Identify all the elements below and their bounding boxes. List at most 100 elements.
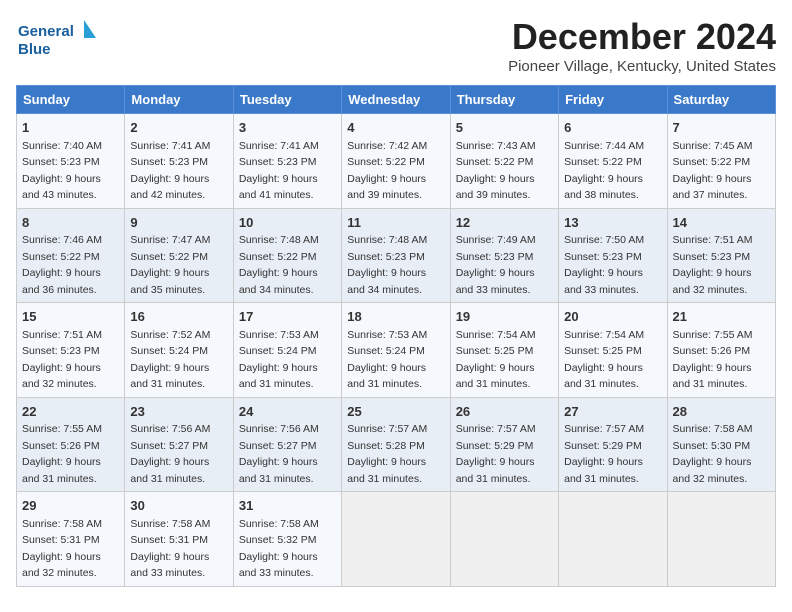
calendar-cell: 15Sunrise: 7:51 AM Sunset: 5:23 PM Dayli… (17, 303, 125, 398)
calendar-cell: 22Sunrise: 7:55 AM Sunset: 5:26 PM Dayli… (17, 397, 125, 492)
day-info: Sunrise: 7:52 AM Sunset: 5:24 PM Dayligh… (130, 329, 210, 391)
day-number: 6 (564, 118, 661, 138)
calendar-cell: 7Sunrise: 7:45 AM Sunset: 5:22 PM Daylig… (667, 114, 775, 209)
day-number: 18 (347, 307, 444, 327)
day-info: Sunrise: 7:48 AM Sunset: 5:22 PM Dayligh… (239, 234, 319, 296)
calendar-cell: 19Sunrise: 7:54 AM Sunset: 5:25 PM Dayli… (450, 303, 558, 398)
day-number: 29 (22, 496, 119, 516)
calendar-cell: 23Sunrise: 7:56 AM Sunset: 5:27 PM Dayli… (125, 397, 233, 492)
weekday-header: Friday (559, 86, 667, 114)
day-number: 8 (22, 213, 119, 233)
header: General Blue December 2024 Pioneer Villa… (16, 16, 776, 75)
calendar-cell: 17Sunrise: 7:53 AM Sunset: 5:24 PM Dayli… (233, 303, 341, 398)
weekday-header: Wednesday (342, 86, 450, 114)
calendar-cell: 13Sunrise: 7:50 AM Sunset: 5:23 PM Dayli… (559, 208, 667, 303)
day-number: 5 (456, 118, 553, 138)
day-number: 26 (456, 402, 553, 422)
day-number: 24 (239, 402, 336, 422)
day-number: 7 (673, 118, 770, 138)
title-block: December 2024 Pioneer Village, Kentucky,… (508, 16, 776, 75)
day-info: Sunrise: 7:51 AM Sunset: 5:23 PM Dayligh… (22, 329, 102, 391)
day-info: Sunrise: 7:54 AM Sunset: 5:25 PM Dayligh… (456, 329, 536, 391)
day-number: 27 (564, 402, 661, 422)
day-info: Sunrise: 7:54 AM Sunset: 5:25 PM Dayligh… (564, 329, 644, 391)
calendar-cell: 27Sunrise: 7:57 AM Sunset: 5:29 PM Dayli… (559, 397, 667, 492)
calendar-cell: 9Sunrise: 7:47 AM Sunset: 5:22 PM Daylig… (125, 208, 233, 303)
day-number: 10 (239, 213, 336, 233)
calendar-week-row: 1Sunrise: 7:40 AM Sunset: 5:23 PM Daylig… (17, 114, 776, 209)
calendar-cell (450, 492, 558, 587)
main-title: December 2024 (508, 16, 776, 58)
calendar-cell: 18Sunrise: 7:53 AM Sunset: 5:24 PM Dayli… (342, 303, 450, 398)
subtitle: Pioneer Village, Kentucky, United States (508, 58, 776, 75)
weekday-header: Tuesday (233, 86, 341, 114)
day-info: Sunrise: 7:40 AM Sunset: 5:23 PM Dayligh… (22, 140, 102, 202)
calendar-cell: 29Sunrise: 7:58 AM Sunset: 5:31 PM Dayli… (17, 492, 125, 587)
calendar-week-row: 22Sunrise: 7:55 AM Sunset: 5:26 PM Dayli… (17, 397, 776, 492)
calendar-cell: 4Sunrise: 7:42 AM Sunset: 5:22 PM Daylig… (342, 114, 450, 209)
day-number: 13 (564, 213, 661, 233)
calendar-cell: 2Sunrise: 7:41 AM Sunset: 5:23 PM Daylig… (125, 114, 233, 209)
day-number: 17 (239, 307, 336, 327)
calendar-cell: 8Sunrise: 7:46 AM Sunset: 5:22 PM Daylig… (17, 208, 125, 303)
calendar-cell: 31Sunrise: 7:58 AM Sunset: 5:32 PM Dayli… (233, 492, 341, 587)
svg-text:Blue: Blue (18, 41, 51, 58)
day-info: Sunrise: 7:45 AM Sunset: 5:22 PM Dayligh… (673, 140, 753, 202)
day-info: Sunrise: 7:50 AM Sunset: 5:23 PM Dayligh… (564, 234, 644, 296)
calendar-cell: 30Sunrise: 7:58 AM Sunset: 5:31 PM Dayli… (125, 492, 233, 587)
calendar-cell: 6Sunrise: 7:44 AM Sunset: 5:22 PM Daylig… (559, 114, 667, 209)
day-info: Sunrise: 7:58 AM Sunset: 5:30 PM Dayligh… (673, 423, 753, 485)
calendar-cell (667, 492, 775, 587)
day-number: 15 (22, 307, 119, 327)
day-info: Sunrise: 7:43 AM Sunset: 5:22 PM Dayligh… (456, 140, 536, 202)
calendar-cell: 1Sunrise: 7:40 AM Sunset: 5:23 PM Daylig… (17, 114, 125, 209)
calendar-cell (342, 492, 450, 587)
calendar-cell: 12Sunrise: 7:49 AM Sunset: 5:23 PM Dayli… (450, 208, 558, 303)
weekday-header: Saturday (667, 86, 775, 114)
calendar-cell: 10Sunrise: 7:48 AM Sunset: 5:22 PM Dayli… (233, 208, 341, 303)
calendar-cell: 3Sunrise: 7:41 AM Sunset: 5:23 PM Daylig… (233, 114, 341, 209)
day-info: Sunrise: 7:56 AM Sunset: 5:27 PM Dayligh… (130, 423, 210, 485)
day-number: 3 (239, 118, 336, 138)
day-number: 25 (347, 402, 444, 422)
day-info: Sunrise: 7:44 AM Sunset: 5:22 PM Dayligh… (564, 140, 644, 202)
day-number: 22 (22, 402, 119, 422)
day-info: Sunrise: 7:53 AM Sunset: 5:24 PM Dayligh… (239, 329, 319, 391)
day-number: 21 (673, 307, 770, 327)
day-info: Sunrise: 7:51 AM Sunset: 5:23 PM Dayligh… (673, 234, 753, 296)
day-number: 16 (130, 307, 227, 327)
day-number: 23 (130, 402, 227, 422)
logo-icon: General Blue (16, 16, 96, 60)
day-number: 12 (456, 213, 553, 233)
calendar-week-row: 29Sunrise: 7:58 AM Sunset: 5:31 PM Dayli… (17, 492, 776, 587)
day-info: Sunrise: 7:46 AM Sunset: 5:22 PM Dayligh… (22, 234, 102, 296)
day-number: 11 (347, 213, 444, 233)
weekday-header: Monday (125, 86, 233, 114)
day-number: 14 (673, 213, 770, 233)
calendar-cell: 24Sunrise: 7:56 AM Sunset: 5:27 PM Dayli… (233, 397, 341, 492)
day-info: Sunrise: 7:41 AM Sunset: 5:23 PM Dayligh… (130, 140, 210, 202)
calendar-week-row: 15Sunrise: 7:51 AM Sunset: 5:23 PM Dayli… (17, 303, 776, 398)
calendar-cell: 21Sunrise: 7:55 AM Sunset: 5:26 PM Dayli… (667, 303, 775, 398)
calendar-cell: 11Sunrise: 7:48 AM Sunset: 5:23 PM Dayli… (342, 208, 450, 303)
day-info: Sunrise: 7:57 AM Sunset: 5:29 PM Dayligh… (564, 423, 644, 485)
weekday-header-row: SundayMondayTuesdayWednesdayThursdayFrid… (17, 86, 776, 114)
day-number: 19 (456, 307, 553, 327)
day-info: Sunrise: 7:58 AM Sunset: 5:31 PM Dayligh… (22, 518, 102, 580)
calendar-cell: 16Sunrise: 7:52 AM Sunset: 5:24 PM Dayli… (125, 303, 233, 398)
day-number: 9 (130, 213, 227, 233)
day-info: Sunrise: 7:53 AM Sunset: 5:24 PM Dayligh… (347, 329, 427, 391)
day-info: Sunrise: 7:42 AM Sunset: 5:22 PM Dayligh… (347, 140, 427, 202)
calendar-cell: 5Sunrise: 7:43 AM Sunset: 5:22 PM Daylig… (450, 114, 558, 209)
day-number: 31 (239, 496, 336, 516)
day-info: Sunrise: 7:48 AM Sunset: 5:23 PM Dayligh… (347, 234, 427, 296)
day-info: Sunrise: 7:55 AM Sunset: 5:26 PM Dayligh… (22, 423, 102, 485)
day-number: 28 (673, 402, 770, 422)
day-info: Sunrise: 7:41 AM Sunset: 5:23 PM Dayligh… (239, 140, 319, 202)
day-info: Sunrise: 7:57 AM Sunset: 5:28 PM Dayligh… (347, 423, 427, 485)
logo: General Blue (16, 16, 96, 60)
calendar-cell: 20Sunrise: 7:54 AM Sunset: 5:25 PM Dayli… (559, 303, 667, 398)
day-number: 1 (22, 118, 119, 138)
weekday-header: Sunday (17, 86, 125, 114)
calendar-cell: 28Sunrise: 7:58 AM Sunset: 5:30 PM Dayli… (667, 397, 775, 492)
